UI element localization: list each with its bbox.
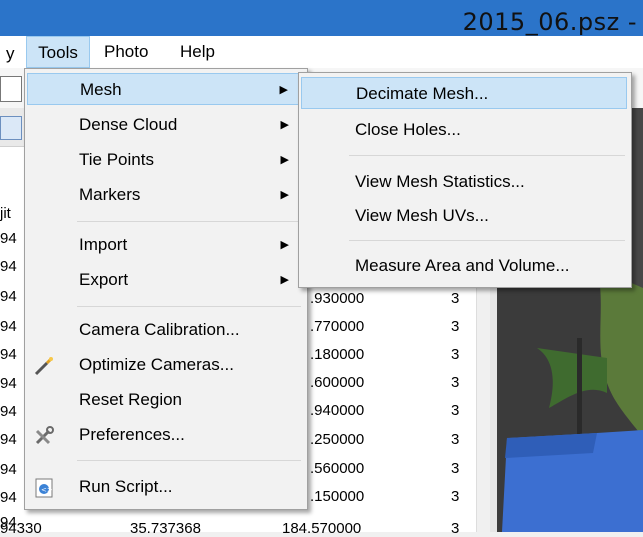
svg-text:<>: <> xyxy=(41,486,53,494)
wand-icon xyxy=(34,357,53,376)
menu-item-reset-region[interactable]: Reset Region xyxy=(27,384,303,416)
cell-z: .770000 xyxy=(310,318,365,335)
side-label: 94 xyxy=(0,346,17,363)
menu-item-export[interactable]: Export ▶ xyxy=(27,264,303,296)
menu-separator xyxy=(77,221,301,222)
title-bar: 2015_06.psz - xyxy=(0,0,643,36)
cell-n: 3 xyxy=(451,374,460,391)
menu-separator xyxy=(77,306,301,307)
side-label: 94 xyxy=(0,288,17,305)
menu-item-camera-calibration[interactable]: Camera Calibration... xyxy=(27,314,303,346)
menu-item-decimate-mesh[interactable]: Decimate Mesh... xyxy=(301,77,627,109)
menu-item-close-holes[interactable]: Close Holes... xyxy=(301,114,627,146)
menu-item-run-script[interactable]: <> Run Script... xyxy=(27,471,303,503)
cell-z: .940000 xyxy=(310,402,365,419)
side-label: 94 xyxy=(0,318,17,335)
cell-z: .600000 xyxy=(310,374,365,391)
chevron-right-icon: ▶ xyxy=(280,239,289,251)
chevron-right-icon: ▶ xyxy=(280,274,289,286)
chevron-right-icon: ▶ xyxy=(280,119,289,131)
table-scrollbar[interactable] xyxy=(476,260,491,532)
side-label: 94 xyxy=(0,431,17,448)
header-icon[interactable] xyxy=(0,116,22,140)
script-icon: <> xyxy=(35,478,53,498)
menu-item-mesh[interactable]: Mesh ▶ xyxy=(27,73,303,105)
cell-n: 3 xyxy=(451,318,460,335)
cell-n: 3 xyxy=(451,402,460,419)
cell-c: 184.570000 xyxy=(282,520,362,537)
cell-z: .180000 xyxy=(310,346,365,363)
menu-item-dense-cloud[interactable]: Dense Cloud ▶ xyxy=(27,109,303,141)
menu-separator xyxy=(349,155,625,156)
menu-item-markers[interactable]: Markers ▶ xyxy=(27,179,303,211)
mesh-submenu: Decimate Mesh... Close Holes... View Mes… xyxy=(298,72,632,288)
menu-fragment[interactable]: y xyxy=(6,42,15,66)
cell-n: 3 xyxy=(451,431,460,448)
menu-photo[interactable]: Photo xyxy=(104,40,148,64)
menu-item-optimize-cameras[interactable]: Optimize Cameras... xyxy=(27,349,303,381)
cell-n: 3 xyxy=(451,460,460,477)
menu-item-view-mesh-uvs[interactable]: View Mesh UVs... xyxy=(301,200,627,232)
cell-z: .150000 xyxy=(310,488,365,505)
side-label: 94 xyxy=(0,258,17,275)
side-label: 94 xyxy=(0,403,17,420)
side-label: 94 xyxy=(0,489,17,506)
cell-n: 3 xyxy=(451,488,460,505)
cell-a: 94330 xyxy=(0,520,42,537)
toolbar-field[interactable] xyxy=(0,76,22,102)
chevron-right-icon: ▶ xyxy=(280,154,289,166)
menu-item-measure-area-volume[interactable]: Measure Area and Volume... xyxy=(301,250,627,282)
side-label: 94 xyxy=(0,461,17,478)
menu-separator xyxy=(77,460,301,461)
menu-tools[interactable]: Tools xyxy=(26,36,90,68)
cell-z: .560000 xyxy=(310,460,365,477)
menu-help[interactable]: Help xyxy=(180,40,215,64)
cell-b: 35.737368 xyxy=(130,520,201,537)
side-label: 94 xyxy=(0,230,17,247)
cell-n: 3 xyxy=(451,290,460,307)
window-title: 2015_06.psz - xyxy=(462,8,637,36)
side-label: jit xyxy=(0,205,11,222)
tools-menu: Mesh ▶ Dense Cloud ▶ Tie Points ▶ Markers ▶ … xyxy=(24,68,308,510)
cell-z: .250000 xyxy=(310,431,365,448)
menu-item-preferences[interactable]: Preferences... xyxy=(27,419,303,451)
chevron-right-icon: ▶ xyxy=(280,189,289,201)
cell-n: 3 xyxy=(451,520,460,537)
cell-n: 3 xyxy=(451,346,460,363)
chevron-right-icon: ▶ xyxy=(279,84,288,96)
side-label: 94 xyxy=(0,375,17,392)
menu-separator xyxy=(349,240,625,241)
tools-icon xyxy=(35,426,54,445)
menu-item-tie-points[interactable]: Tie Points ▶ xyxy=(27,144,303,176)
menu-item-import[interactable]: Import ▶ xyxy=(27,229,303,261)
cell-z: .930000 xyxy=(310,290,365,307)
menu-bar xyxy=(0,36,643,69)
menu-item-view-mesh-statistics[interactable]: View Mesh Statistics... xyxy=(301,166,627,198)
